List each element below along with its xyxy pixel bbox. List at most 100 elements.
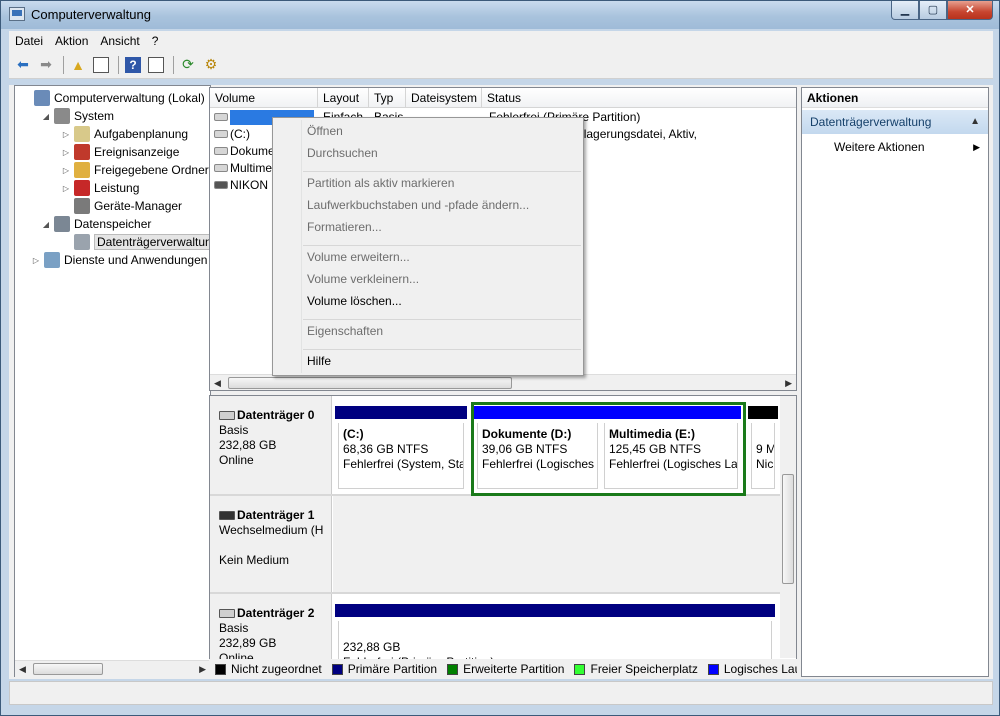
disk-info-1[interactable]: Datenträger 1 Wechselmedium (H Kein Mediu… [210,496,332,592]
legend-swatch [574,663,586,675]
menu-help[interactable]: ? [146,34,165,48]
tree-item-computerverwaltung-lokal[interactable]: Computerverwaltung (Lokal) [21,89,205,107]
drive-icon [214,113,228,121]
tree-item-label: Leistung [94,181,140,195]
tree-item-aufgabenplanung[interactable]: ▷ Aufgabenplanung [61,125,188,143]
disk-drive-icon [219,609,235,618]
partition-title: (C:) [343,427,364,441]
column-type[interactable]: Typ [369,88,406,108]
disk-info-0[interactable]: Datenträger 0 Basis 232,88 GB Online [210,396,332,494]
volume-list-horizontal-scrollbar[interactable]: ◀ ▶ [210,374,796,390]
expand-arrow-icon[interactable]: ▷ [61,148,71,157]
context-menu-item-durchsuchen[interactable]: Durchsuchen [307,146,378,160]
context-menu-item-partition-als-aktiv-markieren[interactable]: Partition als aktiv markieren [307,176,454,190]
column-filesystem[interactable]: Dateisystem [406,88,482,108]
tree-item-ereignisanzeige[interactable]: ▷ Ereignisanzeige [61,143,179,161]
refresh-icon[interactable]: ⟳ [178,55,198,75]
maximize-button[interactable]: ▢ [919,1,947,20]
partition-block[interactable]: 9 M Nic [748,406,778,492]
legend-item-erweiterte-partition: Erweiterte Partition [447,662,564,676]
show-hide-tree-icon[interactable] [91,55,111,75]
legend-item-logisches-laufwer: Logisches Laufwer [707,662,797,676]
computer-management-icon [9,7,25,21]
tree-item-freigegebene-ordner[interactable]: ▷ Freigegebene Ordner [61,161,209,179]
computer-management-window: Computerverwaltung ▁ ▢ ✕ Datei Aktion An… [0,0,1000,716]
column-layout[interactable]: Layout [318,88,369,108]
expand-arrow-icon[interactable]: ▷ [31,256,41,265]
partition-size: 9 M [756,442,775,456]
tree-item-datenträgerverwaltung[interactable]: Datenträgerverwaltung [61,233,222,251]
disk-drive-icon [219,411,235,420]
empty-disk-area [333,496,780,592]
legend-swatch [331,663,343,675]
tree-item-label: System [74,109,115,123]
status-bar [9,681,993,705]
toolbar-separator [118,55,119,74]
back-icon[interactable]: ⬅ [13,55,33,75]
tree-item-geräte-manager[interactable]: Geräte-Manager [61,197,182,215]
context-menu-separator [303,349,581,350]
disk-name: Datenträger 1 [237,508,315,522]
context-menu-item-volume-erweitern[interactable]: Volume erweitern... [307,250,410,264]
legend-swatch [707,663,719,675]
context-menu-gutter [301,120,302,373]
tree-item-label: Geräte-Manager [94,199,183,213]
up-folder-icon[interactable]: ▲ [68,55,88,75]
close-button[interactable]: ✕ [947,1,993,20]
column-status[interactable]: Status [482,88,796,108]
legend-label: Erweiterte Partition [463,662,565,676]
collapse-up-icon[interactable]: ▲ [970,110,980,134]
settings-icon[interactable]: ⚙ [201,55,221,75]
disk-view-vertical-scrollbar[interactable] [780,396,796,658]
toolbar: ⬅ ➡ ▲ ? ⟳ ⚙ [9,51,993,79]
shared-folder-icon [74,162,90,178]
tree-item-dienste-und-anwendungen[interactable]: ▷ Dienste und Anwendungen [31,251,207,269]
legend-label: Primäre Partition [347,662,438,676]
context-menu-item-formatieren[interactable]: Formatieren... [307,220,382,234]
partition-c[interactable]: (C:) 68,36 GB NTFS Fehlerfrei (System, Sta… [335,406,467,492]
show-hide-action-pane-icon[interactable] [146,55,166,75]
disk-detail: Basis [219,423,249,437]
menu-action[interactable]: Aktion [49,34,94,48]
forward-icon[interactable]: ➡ [36,55,56,75]
volume-name: Dokume [230,144,275,158]
tree-item-system[interactable]: ◢ System [41,107,114,125]
expand-arrow-icon[interactable]: ▷ [61,130,71,139]
submenu-arrow-icon: ▶ [973,142,980,152]
disk-name: Datenträger 2 [237,606,315,620]
context-menu-item-eigenschaften[interactable]: Eigenschaften [307,324,383,338]
title-bar[interactable]: Computerverwaltung ▁ ▢ ✕ [1,1,999,29]
menu-file[interactable]: Datei [9,34,49,48]
partition-details: 9 M Nic [751,423,775,489]
disk-detail [219,538,331,553]
legend-item-primäre-partition: Primäre Partition [331,662,438,676]
tree-item-leistung[interactable]: ▷ Leistung [61,179,139,197]
column-volume[interactable]: Volume [210,88,318,108]
context-menu-item-öffnen[interactable]: Öffnen [307,124,343,138]
partition-size: 68,36 GB NTFS [343,442,429,456]
context-menu-item-laufwerkbuchstaben-und-pfade-ändern[interactable]: Laufwerkbuchstaben und -pfade ändern... [307,198,529,212]
more-actions-item[interactable]: Weitere Aktionen ▶ [834,138,984,156]
tree-horizontal-scrollbar[interactable]: ◀ ▶ [15,660,210,677]
disk-detail: 232,89 GB [219,636,277,650]
disk-detail: Kein Medium [219,553,290,567]
expand-arrow-icon[interactable]: ▷ [61,184,71,193]
legend-swatch [215,663,226,675]
tree-item-label: Aufgabenplanung [94,127,189,141]
minimize-button[interactable]: ▁ [891,1,919,20]
tree-item-datenspeicher[interactable]: ◢ Datenspeicher [41,215,151,233]
extended-partition-frame [471,402,746,496]
context-menu-item-hilfe[interactable]: Hilfe [307,354,331,368]
context-menu-item-volume-löschen[interactable]: Volume löschen... [307,294,402,308]
expand-arrow-icon[interactable]: ▷ [61,166,71,175]
menu-bar: Datei Aktion Ansicht ? [9,31,993,51]
legend-label: Logisches Laufwer [723,662,797,676]
disk-detail: Online [219,453,254,467]
expand-arrow-icon[interactable]: ◢ [41,220,51,229]
actions-section-disk-management[interactable]: Datenträgerverwaltung ▲ [802,110,988,134]
help-icon[interactable]: ? [123,55,143,75]
menu-view[interactable]: Ansicht [94,34,145,48]
expand-arrow-icon[interactable]: ◢ [41,112,51,121]
context-menu-item-volume-verkleinern[interactable]: Volume verkleinern... [307,272,419,286]
disk-detail: Basis [219,621,249,635]
